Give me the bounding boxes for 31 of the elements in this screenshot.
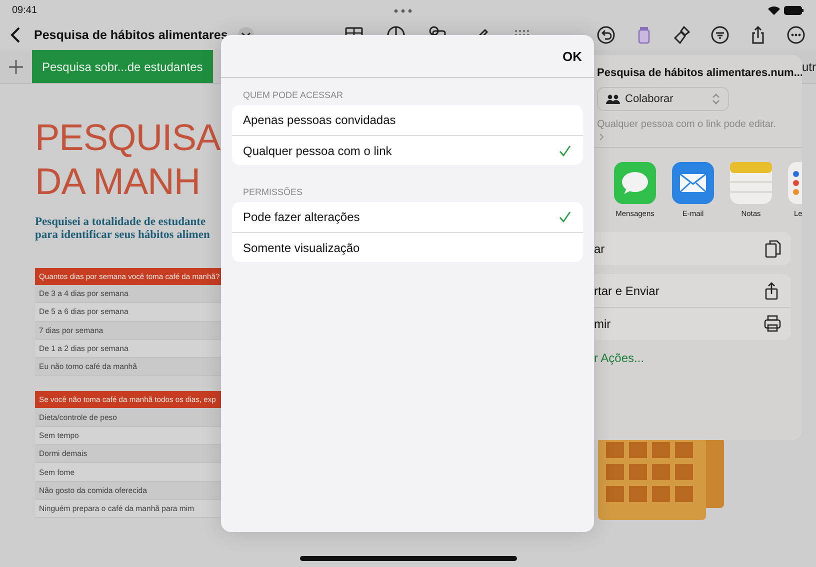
file-name: Pesquisa de hábitos alimentares.num...	[596, 66, 802, 79]
subtitle-line: para identificar seus hábitos alimen	[35, 229, 211, 242]
status-time: 09:41	[12, 4, 38, 16]
ok-button[interactable]: OK	[562, 48, 582, 64]
undo-icon[interactable]	[596, 25, 616, 45]
envelope-icon[interactable]	[672, 162, 714, 204]
option-row[interactable]: Apenas pessoas convidadas	[232, 105, 583, 135]
action-row[interactable]: rtar e Enviar	[594, 274, 791, 307]
more-icon[interactable]	[786, 25, 806, 45]
sheet-tab[interactable]: Pesquisa sobr...de estudantes	[32, 50, 213, 83]
paintbrush-icon[interactable]	[672, 25, 692, 45]
battery-icon	[784, 6, 804, 14]
chevron-right-icon	[599, 133, 604, 141]
document-heading: PESQUISA DA MANH	[35, 116, 221, 204]
access-note: Qualquer pessoa com o link pode editar.	[596, 118, 777, 130]
subtitle-line: Pesquisei a totalidade de estudante	[35, 216, 207, 229]
wifi-icon	[768, 6, 780, 14]
collaborate-dropdown[interactable]: Colaborar	[597, 87, 729, 111]
document-title[interactable]: Pesquisa de hábitos alimentares	[34, 28, 228, 42]
filter-icon[interactable]	[710, 25, 730, 45]
people-icon	[606, 94, 620, 104]
option-row[interactable]: Pode fazer alterações	[232, 202, 583, 232]
add-sheet-icon[interactable]	[9, 60, 23, 74]
option-row[interactable]: Qualquer pessoa com o link	[232, 135, 583, 165]
chevron-updown-icon	[712, 93, 720, 105]
option-row[interactable]: Somente visualização	[232, 232, 583, 262]
printer-icon	[764, 315, 781, 333]
copy-icon	[764, 240, 781, 258]
section-heading: QUEM PODE ACESSAR	[242, 89, 344, 102]
section-heading: PERMISSÕES	[242, 186, 304, 199]
action-row[interactable]: ar	[594, 232, 791, 265]
